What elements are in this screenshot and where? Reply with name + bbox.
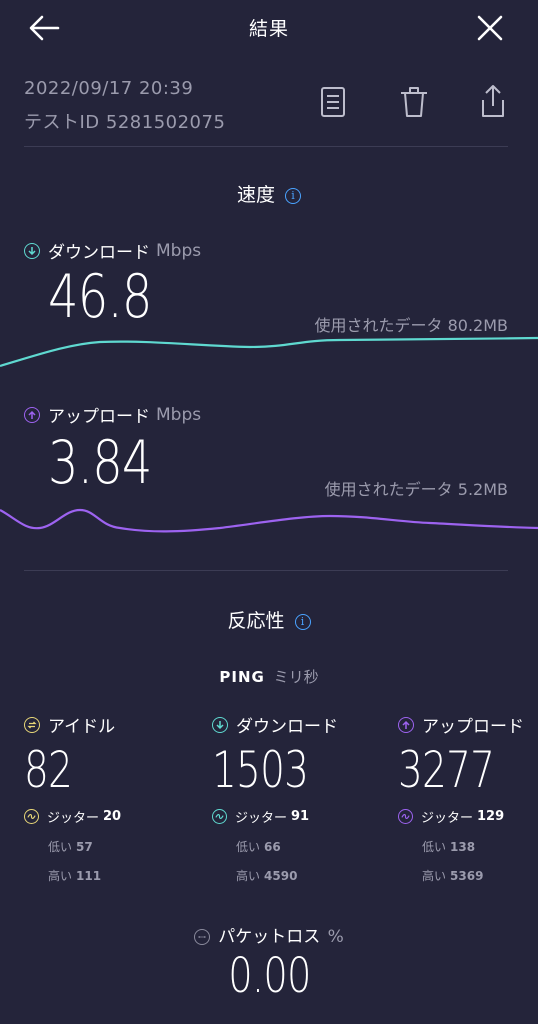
divider	[24, 146, 508, 147]
upload-high-value: 5369	[450, 869, 484, 883]
jitter-icon	[212, 809, 227, 824]
packet-loss-value-wrap: 0.00	[0, 948, 538, 1004]
high-label: 高い	[422, 869, 447, 883]
idle-label: アイドル	[48, 717, 116, 737]
jitter-label: ジッター	[421, 811, 474, 826]
ping-unit: ミリ秒	[273, 668, 319, 686]
idle-high-value: 111	[76, 869, 102, 883]
ping-upload-column: アップロード 3277 ジッター 129 低い 138 高い 5369	[398, 712, 538, 884]
upload-arrow-icon	[24, 406, 40, 423]
high-label: 高い	[48, 869, 73, 883]
upload-ping-label: アップロード	[422, 717, 524, 737]
download-arrow-icon	[24, 242, 40, 259]
speed-section-title: 速度 i	[0, 180, 538, 207]
upload-jitter-value: 129	[477, 809, 505, 824]
packet-loss-value: 0.00	[227, 948, 311, 1004]
jitter-icon	[24, 809, 39, 824]
download-jitter-value: 91	[291, 809, 310, 824]
info-icon[interactable]: i	[294, 613, 311, 630]
download-low-value: 66	[264, 840, 281, 854]
ping-idle-column: アイドル 82 ジッター 20 低い 57 高い 111	[24, 712, 194, 884]
download-speed-graph	[0, 336, 538, 368]
ping-label: PING	[219, 668, 265, 686]
download-ping-label: ダウンロード	[236, 717, 338, 737]
responsiveness-title-text: 反応性	[227, 610, 285, 632]
packet-loss-unit: %	[327, 927, 344, 947]
divider	[24, 570, 508, 571]
idle-icon	[24, 716, 40, 733]
result-test-id: テストID 5281502075	[24, 112, 226, 133]
packet-loss-icon	[194, 929, 211, 945]
low-label: 低い	[236, 840, 261, 854]
upload-label: アップロード	[48, 407, 150, 427]
info-icon[interactable]: i	[285, 187, 301, 204]
trash-icon[interactable]	[397, 84, 431, 120]
upload-unit: Mbps	[156, 404, 202, 425]
upload-speed-value: 3.84	[48, 428, 152, 498]
result-datetime: 2022/09/17 20:39	[24, 78, 194, 99]
download-ping-value: 1503	[212, 741, 309, 799]
packet-loss-label: パケットロス	[218, 927, 321, 947]
jitter-label: ジッター	[235, 811, 288, 826]
high-label: 高い	[236, 869, 261, 883]
download-arrow-icon	[212, 716, 228, 733]
upload-ping-value: 3277	[398, 741, 495, 799]
speed-title-text: 速度	[236, 184, 275, 206]
download-label: ダウンロード	[48, 243, 150, 263]
close-icon[interactable]	[470, 8, 510, 48]
document-icon[interactable]	[318, 86, 350, 120]
low-label: 低い	[48, 840, 73, 854]
upload-speed-graph	[0, 508, 538, 533]
download-label-row: ダウンロード Mbps	[24, 238, 201, 263]
share-icon[interactable]	[477, 82, 509, 120]
upload-low-value: 138	[450, 840, 476, 854]
upload-low-row: 低い 138	[422, 838, 538, 855]
ping-download-column: ダウンロード 1503 ジッター 91 低い 66 高い 4590	[212, 712, 382, 884]
jitter-icon	[398, 809, 413, 824]
download-unit: Mbps	[156, 240, 202, 261]
upload-arrow-icon	[398, 716, 414, 733]
download-high-row: 高い 4590	[236, 867, 382, 884]
idle-jitter-value: 20	[103, 809, 122, 824]
download-high-value: 4590	[264, 869, 298, 883]
page-title: 結果	[248, 18, 289, 40]
idle-low-row: 低い 57	[48, 838, 194, 855]
ping-header: PING ミリ秒	[0, 666, 538, 687]
low-label: 低い	[422, 840, 447, 854]
upload-high-row: 高い 5369	[422, 867, 538, 884]
packet-loss-header: パケットロス %	[0, 922, 538, 947]
upload-label-row: アップロード Mbps	[24, 402, 201, 427]
download-low-row: 低い 66	[236, 838, 382, 855]
idle-low-value: 57	[76, 840, 93, 854]
idle-ping-value: 82	[24, 741, 73, 799]
jitter-label: ジッター	[47, 811, 100, 826]
idle-high-row: 高い 111	[48, 867, 194, 884]
responsiveness-section-title: 反応性 i	[0, 606, 538, 633]
